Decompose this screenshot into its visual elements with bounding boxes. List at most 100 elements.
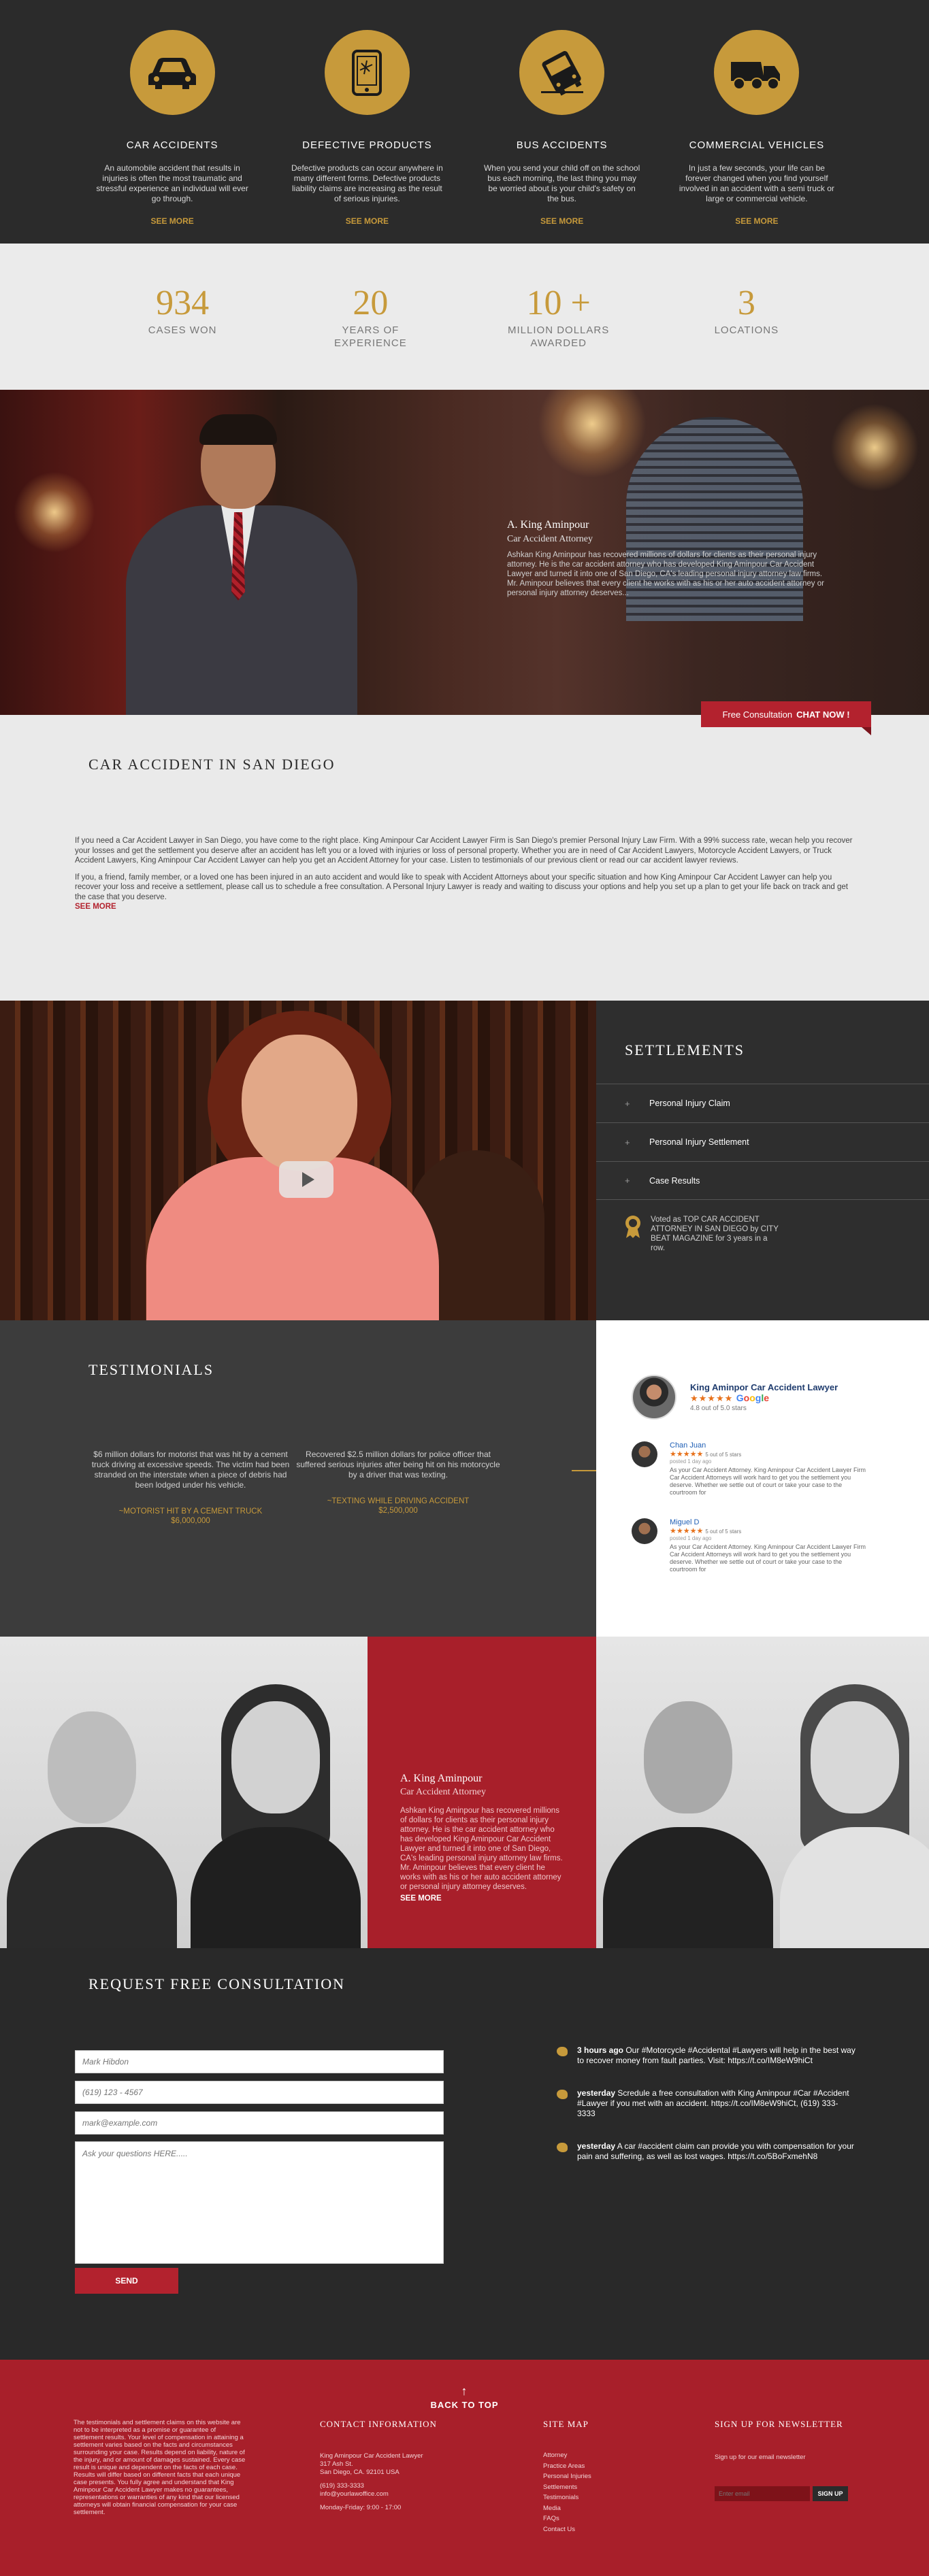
phone-input[interactable] <box>75 2081 444 2104</box>
review-text: As your Car Accident Attorney. King Amin… <box>670 1543 866 1573</box>
video-player[interactable] <box>0 1001 596 1320</box>
plus-icon: + <box>625 1137 630 1148</box>
name-input[interactable] <box>75 2050 444 2073</box>
chat-action: CHAT NOW ! <box>796 709 850 720</box>
firm-name: King Aminpour Car Accident Lawyer <box>320 2452 423 2460</box>
contact-information: CONTACT INFORMATION King Aminpour Car Ac… <box>320 2419 437 2512</box>
address-line: 317 Ash St. <box>320 2460 353 2468</box>
see-more-link[interactable]: SEE MORE <box>735 216 778 226</box>
see-more-link[interactable]: SEE MORE <box>75 902 854 912</box>
stat-value: 3 <box>737 284 755 322</box>
email-input[interactable] <box>75 2111 444 2135</box>
stat-cases-won: 934 CASES WON <box>88 244 276 390</box>
sitemap-link-practice-areas[interactable]: Practice Areas <box>543 2461 591 2472</box>
chandelier-light <box>538 390 647 478</box>
reviewer-name[interactable]: Miguel D <box>670 1518 867 1526</box>
back-to-top-button[interactable]: ↑ BACK TO TOP <box>0 2384 929 2410</box>
newsletter-email-input[interactable] <box>715 2486 810 2501</box>
sitemap-link-media[interactable]: Media <box>543 2503 591 2514</box>
settlements-panel: SETTLEMENTS + Personal Injury Claim + Pe… <box>596 1001 929 1320</box>
arrow-up-icon: ↑ <box>461 2384 468 2398</box>
testimonial-amount: $2,500,000 <box>378 1507 418 1515</box>
sitemap-link-contact-us[interactable]: Contact Us <box>543 2524 591 2535</box>
stat-value: 934 <box>156 284 210 322</box>
footer-heading: SIGN UP FOR NEWSLETTER <box>715 2419 843 2429</box>
team-member-photo[interactable] <box>184 1637 368 1948</box>
testimonial-source: ~MOTORIST HIT BY A CEMENT TRUCK $6,000,0… <box>88 1507 293 1526</box>
chandelier-light <box>14 471 95 553</box>
testimonial-amount: $6,000,000 <box>171 1517 210 1525</box>
sign-up-button[interactable]: SIGN UP <box>813 2486 848 2501</box>
review-text: As your Car Accident Attorney. King Amin… <box>670 1467 866 1496</box>
practice-area-car-accidents: CAR ACCIDENTS An automobile accident tha… <box>75 0 270 244</box>
twitter-icon <box>557 2090 568 2099</box>
review-score: 5 out of 5 stars <box>705 1452 742 1458</box>
message-textarea[interactable] <box>75 2141 444 2264</box>
practice-area-title: DEFECTIVE PRODUCTS <box>302 139 432 151</box>
send-button[interactable]: SEND <box>75 2268 178 2294</box>
twitter-icon <box>557 2143 568 2152</box>
play-button[interactable] <box>279 1161 333 1198</box>
practice-area-text: When you send your child off on the scho… <box>483 163 640 203</box>
play-icon <box>301 1172 314 1187</box>
twitter-feed: 3 hours ago Our #Motorcycle #Accidental … <box>557 2045 856 2184</box>
car-icon <box>129 30 215 115</box>
tweet-time: yesterday <box>577 2141 616 2151</box>
reviewer-name[interactable]: Chan Juan <box>670 1441 867 1450</box>
newsletter-text: Sign up for our email newsletter <box>715 2454 806 2461</box>
settlements-heading: SETTLEMENTS <box>625 1041 745 1058</box>
stat-locations: 3 LOCATIONS <box>653 244 841 390</box>
chat-now-button[interactable]: Free Consultation CHAT NOW ! <box>701 701 871 735</box>
stat-label: MILLION DOLLARS AWARDED <box>508 324 610 349</box>
tweet-item: yesterday Scredule a free consultation w… <box>557 2088 856 2119</box>
team-member-photo[interactable] <box>0 1637 184 1948</box>
paragraph: If you, a friend, family member, or a lo… <box>75 873 848 901</box>
testimonial-item: Recovered $2.5 million dollars for polic… <box>296 1450 500 1516</box>
practice-area-text: Defective products can occur anywhere in… <box>291 163 443 203</box>
office-hours: Monday-Friday: 9:00 - 17:00 <box>320 2504 402 2511</box>
business-name[interactable]: King Aminpor Car Accident Lawyer <box>690 1382 838 1392</box>
footer-heading: SITE MAP <box>543 2419 589 2429</box>
chat-prefix: Free Consultation <box>722 709 793 720</box>
stat-value: 20 <box>353 284 389 322</box>
see-more-link[interactable]: SEE MORE <box>346 216 389 226</box>
email-address[interactable]: info@yourlawoffice.com <box>320 2490 437 2498</box>
team-member-photo[interactable] <box>596 1637 780 1948</box>
back-to-top-label: BACK TO TOP <box>430 2400 499 2410</box>
section-heading: CAR ACCIDENT IN SAN DIEGO <box>88 756 336 773</box>
see-more-link[interactable]: SEE MORE <box>540 216 583 226</box>
tweet-text[interactable]: Scredule a free consultation with King A… <box>577 2088 849 2118</box>
settlement-item-personal-injury-settlement[interactable]: + Personal Injury Settlement <box>596 1122 929 1161</box>
testimonial-source: ~TEXTING WHILE DRIVING ACCIDENT $2,500,0… <box>296 1496 500 1516</box>
team-member-photo[interactable] <box>780 1637 929 1948</box>
see-more-link[interactable]: SEE MORE <box>150 216 193 226</box>
attorney-bio: Ashkan King Aminpour has recovered milli… <box>400 1807 563 1891</box>
phone-number[interactable]: (619) 333-3333 <box>320 2482 437 2490</box>
sitemap-link-settlements[interactable]: Settlements <box>543 2482 591 2493</box>
see-more-link[interactable]: SEE MORE <box>400 1894 442 1903</box>
review-item: Chan Juan ★★★★★ 5 out of 5 stars posted … <box>632 1441 888 1496</box>
tweet-text[interactable]: A car #accident claim can provide you wi… <box>577 2141 854 2161</box>
paragraph: If you need a Car Accident Lawyer in San… <box>75 837 853 865</box>
stat-label: LOCATIONS <box>714 324 779 336</box>
stat-million-awarded: 10 + MILLION DOLLARS AWARDED <box>465 244 653 390</box>
sitemap-link-faqs[interactable]: FAQs <box>543 2513 591 2524</box>
attorney-name: A. King Aminpour <box>400 1773 483 1784</box>
settlement-item-case-results[interactable]: + Case Results <box>596 1161 929 1200</box>
testimonials-panel: TESTIMONIALS $6 million dollars for moto… <box>0 1320 596 1637</box>
attorney-role: Car Accident Attorney <box>507 534 593 544</box>
video-settlements-section: SETTLEMENTS + Personal Injury Claim + Pe… <box>0 1001 929 1320</box>
sitemap-link-testimonials[interactable]: Testimonials <box>543 2492 591 2503</box>
google-logo: Google <box>736 1392 769 1403</box>
stat-label: CASES WON <box>148 324 217 336</box>
sitemap-link-personal-injuries[interactable]: Personal Injuries <box>543 2471 591 2482</box>
practice-area-title: BUS ACCIDENTS <box>516 139 608 151</box>
practice-area-text: An automobile accident that results in i… <box>96 163 248 203</box>
address-line: San Diego, CA. 92101 USA <box>320 2469 400 2476</box>
settlement-item-personal-injury-claim[interactable]: + Personal Injury Claim <box>596 1084 929 1122</box>
chandelier-light <box>830 403 919 492</box>
testimonial-text: $6 million dollars for motorist that was… <box>91 1450 290 1490</box>
award-note: Voted as TOP CAR ACCIDENT ATTORNEY IN SA… <box>596 1200 929 1268</box>
sitemap-link-attorney[interactable]: Attorney <box>543 2450 591 2461</box>
testimonials-reviews-section: TESTIMONIALS $6 million dollars for moto… <box>0 1320 929 1637</box>
